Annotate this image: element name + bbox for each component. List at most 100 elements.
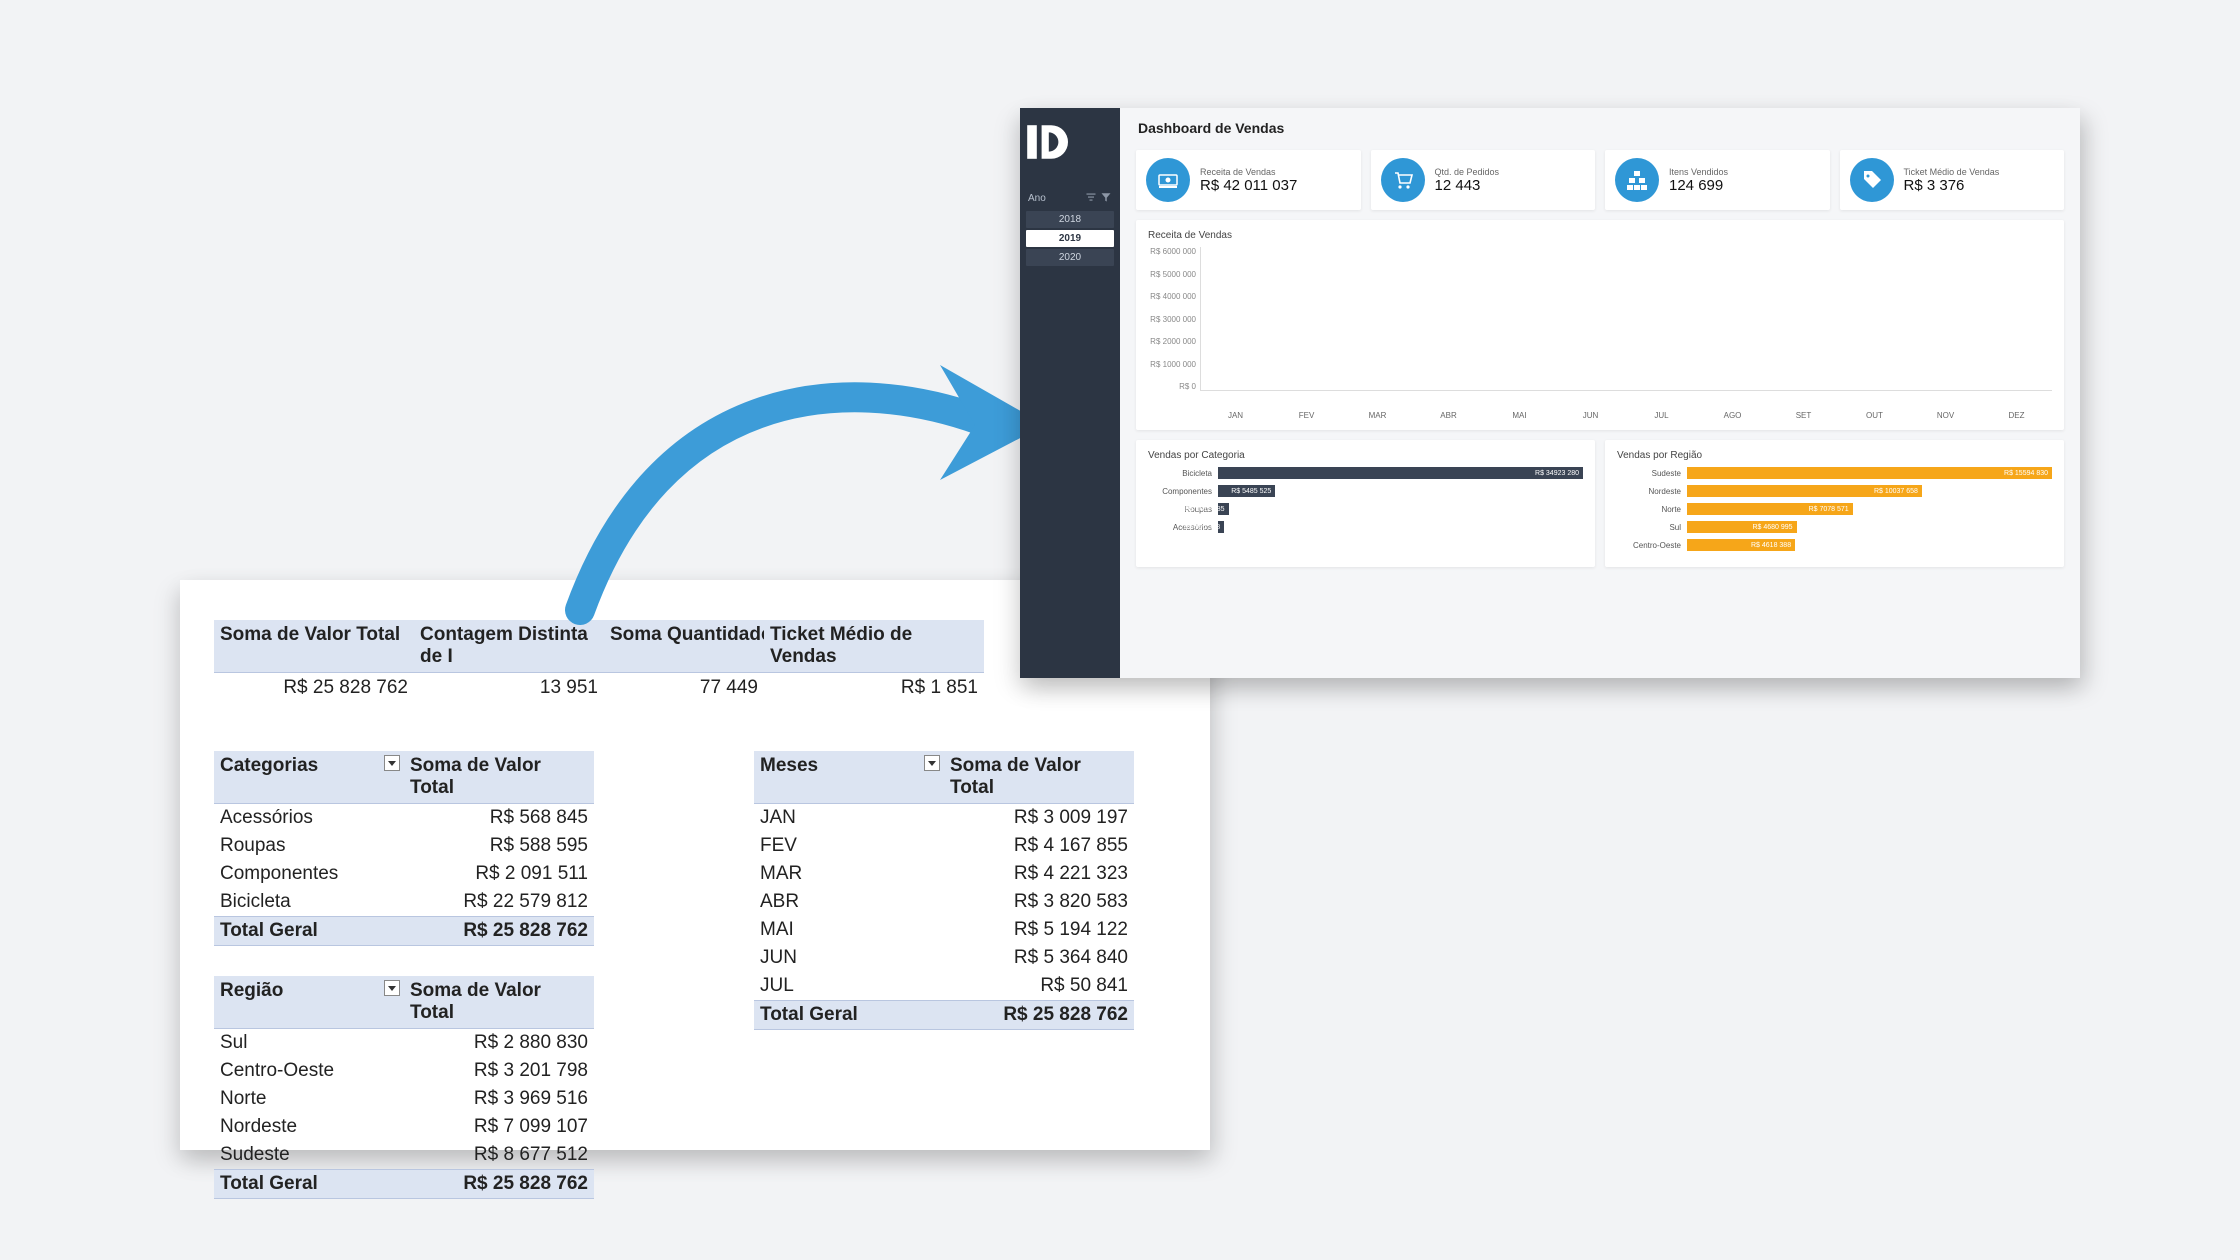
hbar-track: R$ 34923 280 bbox=[1218, 467, 1583, 479]
cell-label: Sul bbox=[214, 1029, 404, 1057]
kpi-card: Receita de VendasR$ 42 011 037 bbox=[1136, 150, 1361, 210]
cell-label: MAR bbox=[754, 860, 944, 888]
kpi-value: R$ 42 011 037 bbox=[1200, 177, 1297, 194]
x-tick: MAR bbox=[1342, 407, 1413, 420]
table-row: JANR$ 3 009 197 bbox=[754, 804, 1134, 832]
pivot-header: Soma de Valor Total bbox=[404, 976, 594, 1028]
cell-value: R$ 588 595 bbox=[404, 832, 594, 860]
total-label: Total Geral bbox=[214, 1170, 404, 1198]
filter-icon[interactable] bbox=[1100, 191, 1112, 203]
kpi-card: Qtd. de Pedidos12 443 bbox=[1371, 150, 1596, 210]
cell-value: R$ 50 841 bbox=[944, 972, 1134, 1000]
cell-label: Acessórios bbox=[214, 804, 404, 832]
table-total: Total GeralR$ 25 828 762 bbox=[214, 1169, 594, 1199]
x-tick: SET bbox=[1768, 407, 1839, 420]
total-label: Total Geral bbox=[214, 917, 404, 945]
pivot-categorias: CategoriasSoma de Valor TotalAcessóriosR… bbox=[214, 751, 594, 946]
table-row: MAIR$ 5 194 122 bbox=[754, 916, 1134, 944]
table-row: ABRR$ 3 820 583 bbox=[754, 888, 1134, 916]
kpi-value: R$ 3 376 bbox=[1904, 177, 2000, 194]
hbar-label: Componentes bbox=[1148, 487, 1212, 496]
kpi-icon bbox=[1146, 158, 1190, 202]
hbar-label: Norte bbox=[1617, 505, 1681, 514]
pivot-header: Soma de Valor Total bbox=[404, 751, 594, 803]
year-button-2019[interactable]: 2019 bbox=[1026, 230, 1114, 247]
cell-value: R$ 3 009 197 bbox=[944, 804, 1134, 832]
y-tick: R$ 0 bbox=[1179, 382, 1196, 391]
dashboard-sidebar: Ano 2018 2019 2020 bbox=[1020, 108, 1120, 678]
table-row: SudesteR$ 8 677 512 bbox=[214, 1141, 594, 1169]
hbar-label: Bicicleta bbox=[1148, 469, 1212, 478]
y-tick: R$ 5000 000 bbox=[1150, 270, 1196, 279]
sidebar-filter-label: Ano bbox=[1028, 193, 1046, 204]
hbar-row: Sul R$ 4680 995 bbox=[1617, 521, 2052, 533]
table-total: Total GeralR$ 25 828 762 bbox=[754, 1000, 1134, 1030]
y-tick: R$ 6000 000 bbox=[1150, 247, 1196, 256]
top-v1: R$ 25 828 762 bbox=[214, 673, 414, 703]
cell-label: Componentes bbox=[214, 860, 404, 888]
year-button-2018[interactable]: 2018 bbox=[1026, 211, 1114, 228]
top-h2: Contagem Distinta de I bbox=[414, 620, 604, 673]
table-row: RoupasR$ 588 595 bbox=[214, 832, 594, 860]
hbar-track: R$ 15594 830 bbox=[1687, 467, 2052, 479]
cell-label: FEV bbox=[754, 832, 944, 860]
hbar: R$ 7078 571 bbox=[1687, 503, 1853, 515]
top-v3: 77 449 bbox=[604, 673, 764, 703]
dashboard-panel: Ano 2018 2019 2020 Dashboard de Vendas Rec… bbox=[1020, 108, 2080, 678]
hbar: R$ 15594 830 bbox=[1687, 467, 2052, 479]
pivot-header: Meses bbox=[754, 751, 944, 803]
regiao-chart-card: Vendas por Região SudesteR$ 15594 830Nor… bbox=[1605, 440, 2064, 567]
dropdown-icon[interactable] bbox=[384, 980, 400, 996]
hbar-label: Sul bbox=[1617, 523, 1681, 532]
hbar-row: Componentes R$ 5485 525 bbox=[1148, 485, 1583, 497]
cell-value: R$ 5 364 840 bbox=[944, 944, 1134, 972]
hbar-track: R$ 7078 571 bbox=[1687, 503, 2052, 515]
kpi-icon bbox=[1381, 158, 1425, 202]
cell-value: R$ 2 091 511 bbox=[404, 860, 594, 888]
x-tick: JUN bbox=[1555, 407, 1626, 420]
y-tick: R$ 3000 000 bbox=[1150, 315, 1196, 324]
cell-value: R$ 5 194 122 bbox=[944, 916, 1134, 944]
hbar: R$ 1011 985 bbox=[1218, 503, 1229, 515]
kpi-row: Receita de VendasR$ 42 011 037Qtd. de Pe… bbox=[1136, 150, 2064, 210]
total-value: R$ 25 828 762 bbox=[404, 1170, 594, 1198]
categoria-chart-title: Vendas por Categoria bbox=[1148, 450, 1583, 461]
kpi-label: Receita de Vendas bbox=[1200, 167, 1297, 177]
top-h1: Soma de Valor Total bbox=[214, 620, 414, 673]
hbar-track: R$ 1011 985 bbox=[1218, 503, 1583, 515]
hbar: R$ 10037 658 bbox=[1687, 485, 1922, 497]
table-row: Centro-OesteR$ 3 201 798 bbox=[214, 1057, 594, 1085]
sidebar-filter-header: Ano bbox=[1020, 191, 1120, 209]
hbar: R$ 5485 525 bbox=[1218, 485, 1275, 497]
pivot-header: Soma de Valor Total bbox=[944, 751, 1134, 803]
kpi-card: Ticket Médio de VendasR$ 3 376 bbox=[1840, 150, 2065, 210]
dropdown-icon[interactable] bbox=[924, 755, 940, 771]
cell-label: ABR bbox=[754, 888, 944, 916]
cell-label: Bicicleta bbox=[214, 888, 404, 916]
hbar-track: R$ 5485 525 bbox=[1218, 485, 1583, 497]
hbar: R$ 4618 388 bbox=[1687, 539, 1795, 551]
cell-label: Sudeste bbox=[214, 1141, 404, 1169]
hbar-track: R$ 4680 995 bbox=[1687, 521, 2052, 533]
pivot-header: Região bbox=[214, 976, 404, 1028]
dropdown-icon[interactable] bbox=[384, 755, 400, 771]
cell-label: JUL bbox=[754, 972, 944, 1000]
hbar-label: Centro-Oeste bbox=[1617, 541, 1681, 550]
x-tick: ABR bbox=[1413, 407, 1484, 420]
dashboard-main: Dashboard de Vendas Receita de VendasR$ … bbox=[1120, 108, 2080, 678]
kpi-icon bbox=[1850, 158, 1894, 202]
table-row: JUNR$ 5 364 840 bbox=[754, 944, 1134, 972]
table-row: NordesteR$ 7 099 107 bbox=[214, 1113, 594, 1141]
sort-icon[interactable] bbox=[1085, 191, 1097, 203]
kpi-label: Qtd. de Pedidos bbox=[1435, 167, 1500, 177]
cell-label: MAI bbox=[754, 916, 944, 944]
kpi-label: Ticket Médio de Vendas bbox=[1904, 167, 2000, 177]
x-tick: JAN bbox=[1200, 407, 1271, 420]
cell-value: R$ 3 969 516 bbox=[404, 1085, 594, 1113]
cell-label: JAN bbox=[754, 804, 944, 832]
x-tick: FEV bbox=[1271, 407, 1342, 420]
kpi-value: 124 699 bbox=[1669, 177, 1728, 194]
x-tick: OUT bbox=[1839, 407, 1910, 420]
cell-value: R$ 3 820 583 bbox=[944, 888, 1134, 916]
year-button-2020[interactable]: 2020 bbox=[1026, 249, 1114, 266]
